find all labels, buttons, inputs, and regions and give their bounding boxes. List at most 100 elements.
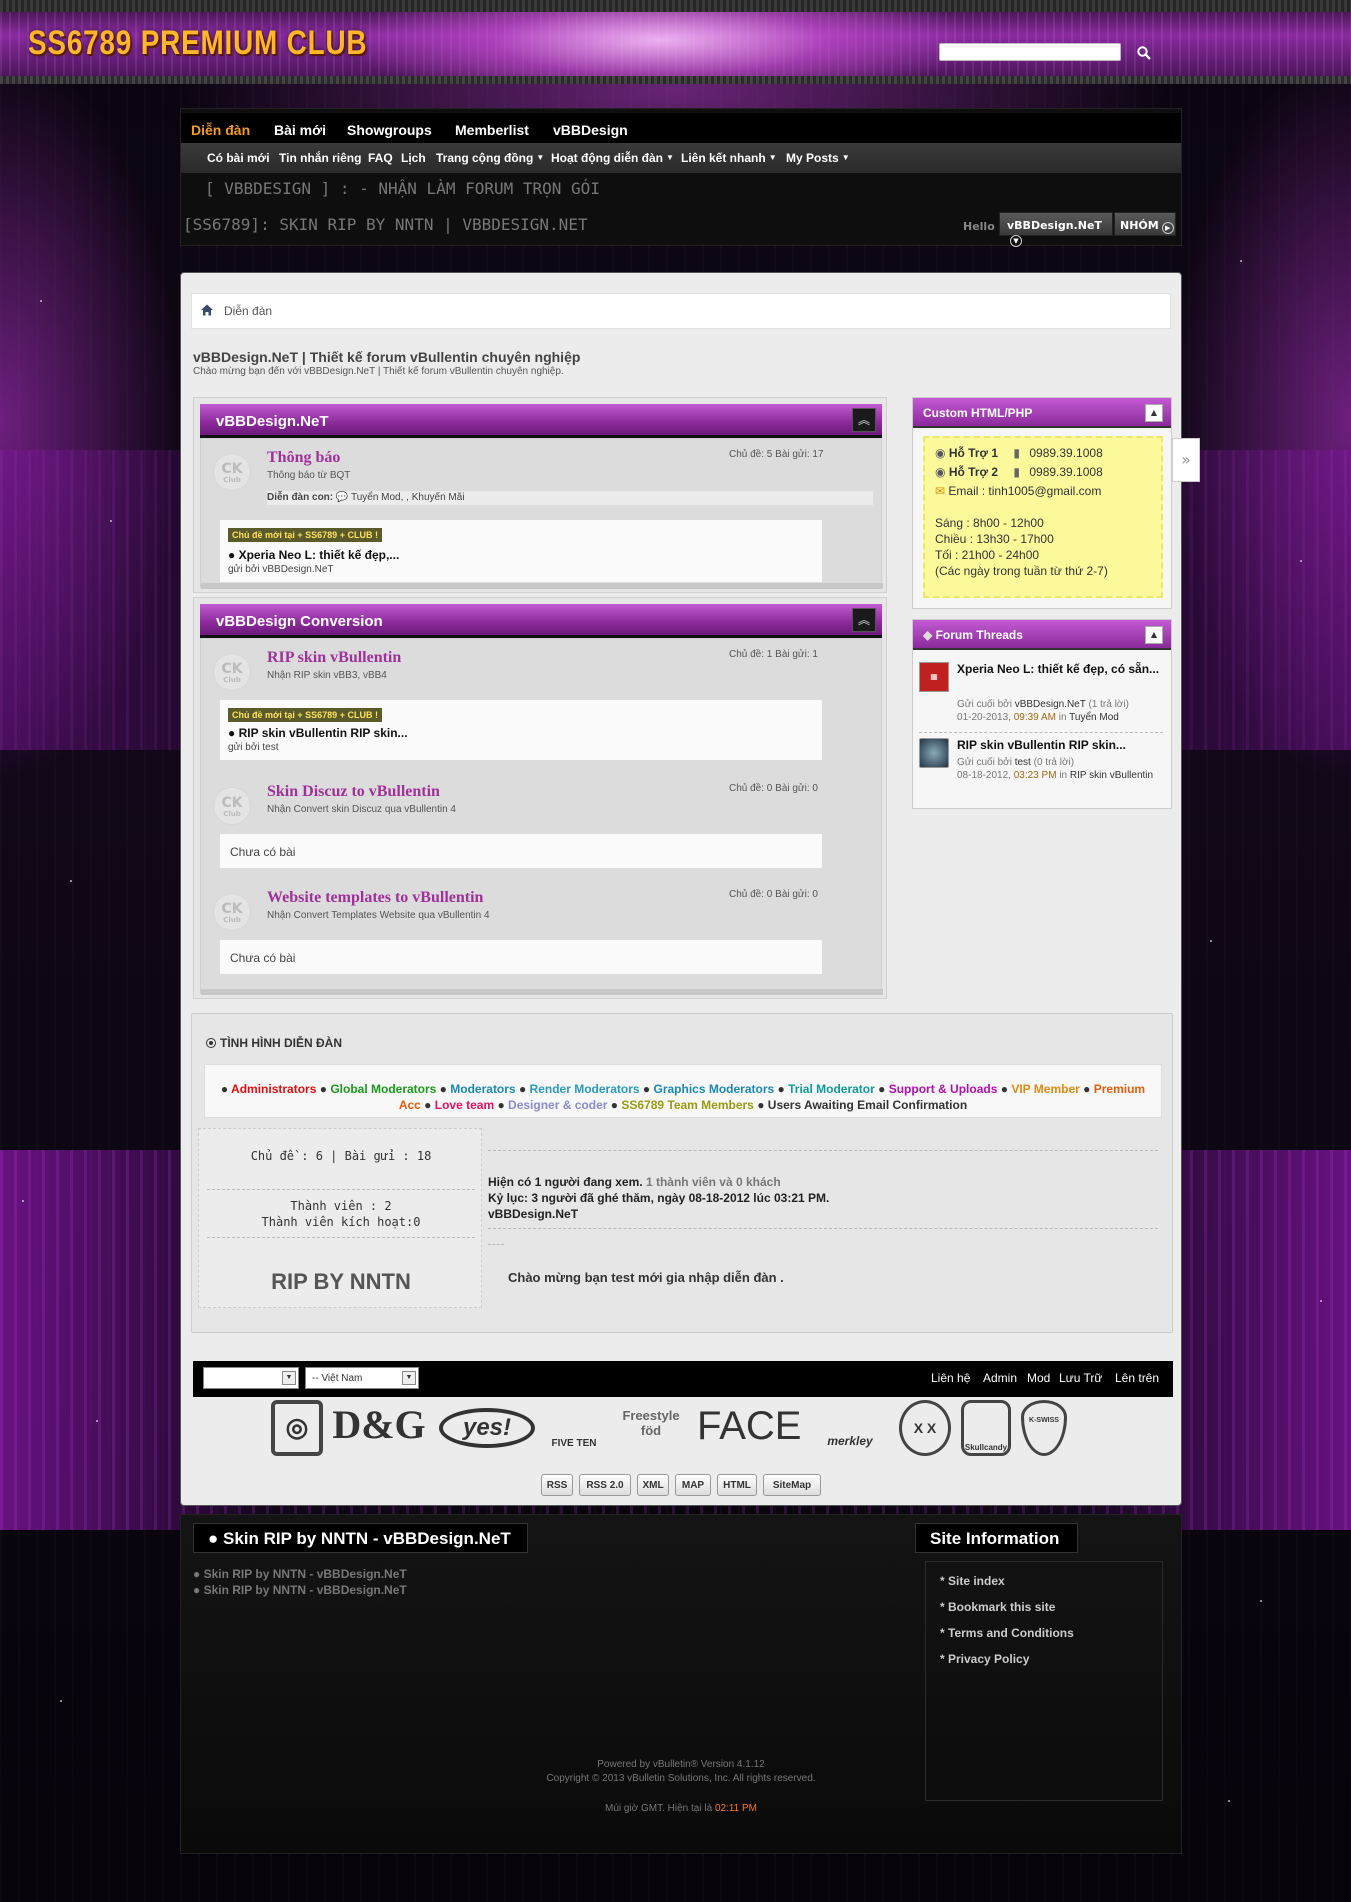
- divider: [488, 1228, 1158, 1229]
- thread-time: 03:23 PM: [1013, 770, 1057, 781]
- usergroup-legend-item[interactable]: SS6789 Team Members: [621, 1098, 754, 1112]
- thread-time: 09:39 AM: [1013, 712, 1056, 723]
- timezone-line: Múi giờ GMT. Hiện tại là 02:11 PM: [181, 1803, 1181, 1814]
- collapse-icon[interactable]: ︽: [852, 408, 876, 432]
- xml-link[interactable]: XML: [637, 1474, 669, 1496]
- avatar[interactable]: [919, 738, 949, 768]
- footer-credit-link[interactable]: ● Skin RIP by NNTN - vBBDesign.NeT: [193, 1567, 407, 1581]
- brand-logo: Freestyle föd: [622, 1408, 680, 1438]
- subnav-my-posts[interactable]: My Posts ▼: [786, 151, 850, 165]
- thread-author[interactable]: vBBDesign.NeT: [1015, 699, 1086, 710]
- footer-link-contact[interactable]: Liên hệ: [931, 1371, 970, 1385]
- avatar[interactable]: ▦: [919, 662, 949, 692]
- subnav-forum-actions[interactable]: Hoạt động diễn đàn ▼: [551, 151, 674, 165]
- sidebar-toggle-icon[interactable]: »: [1172, 438, 1200, 482]
- subnav-new-posts[interactable]: Có bài mới: [207, 151, 270, 165]
- collapse-icon[interactable]: ▲: [1145, 404, 1163, 422]
- online-user-link[interactable]: vBBDesign.NeT: [488, 1207, 578, 1221]
- category-header: vBBDesign.NeT ︽: [200, 404, 882, 438]
- usergroup-legend-item[interactable]: Designer & coder: [508, 1098, 607, 1112]
- brand-logo: Skullcandy: [961, 1400, 1011, 1456]
- privacy-link[interactable]: * Privacy Policy: [940, 1652, 1029, 1666]
- divider: [207, 1237, 475, 1238]
- footer-link-archive[interactable]: Lưu Trữ: [1059, 1371, 1102, 1385]
- collapse-icon[interactable]: ︽: [852, 608, 876, 632]
- forum-description: Thông báo từ BQT: [267, 470, 351, 481]
- last-post-author[interactable]: gửi bởi vBBDesign.NeT: [228, 564, 334, 575]
- usergroup-legend-item[interactable]: Users Awaiting Email Confirmation: [768, 1098, 967, 1112]
- usergroup-legend-item[interactable]: Render Moderators: [530, 1082, 640, 1096]
- subforum-links[interactable]: Tuyển Mod, , Khuyến Mãi: [351, 492, 465, 503]
- support-row: ◉ Hỗ Trợ 2 ▮ 0989.39.1008: [935, 465, 1103, 479]
- usergroup-legend-item[interactable]: Love team: [435, 1098, 494, 1112]
- forum-title[interactable]: Skin Discuz to vBullentin: [267, 783, 440, 801]
- rss-link[interactable]: RSS: [541, 1474, 573, 1496]
- bookmark-link[interactable]: * Bookmark this site: [940, 1600, 1055, 1614]
- footer-credit-link[interactable]: ● Skin RIP by NNTN - vBBDesign.NeT: [193, 1583, 407, 1597]
- usergroup-legend-item[interactable]: Administrators: [231, 1082, 316, 1096]
- support-phone: 0989.39.1008: [1029, 446, 1103, 460]
- thread-title[interactable]: RIP skin vBullentin RIP skin...: [957, 738, 1161, 753]
- sitemap-link[interactable]: SiteMap: [763, 1474, 821, 1496]
- forum-title[interactable]: Thông báo: [267, 449, 340, 467]
- tab-memberlist[interactable]: Memberlist: [455, 122, 529, 138]
- thread-post-count: Chủ đề : 6 | Bài gửi : 18: [250, 1149, 432, 1163]
- category-title[interactable]: vBBDesign.NeT: [216, 413, 329, 430]
- last-post-title[interactable]: ● RIP skin vBullentin RIP skin...: [228, 726, 408, 740]
- radio-icon: [206, 1038, 216, 1048]
- legend-bullet: ●: [515, 1082, 530, 1096]
- site-logo[interactable]: SS6789 PREMIUM CLUB: [28, 24, 367, 63]
- usergroup-legend-item[interactable]: VIP Member: [1011, 1082, 1079, 1096]
- footer-link-top[interactable]: Lên trên: [1115, 1371, 1159, 1385]
- no-posts-box: Chưa có bài: [219, 939, 823, 975]
- usergroup-legend-item[interactable]: Moderators: [450, 1082, 515, 1096]
- support-label[interactable]: Hỗ Trợ 1: [949, 446, 998, 460]
- thread-forum[interactable]: RIP skin vBullentin: [1070, 770, 1153, 781]
- subnav-private-messages[interactable]: Tin nhắn riêng: [279, 151, 361, 165]
- language-select[interactable]: -- Việt Nam ▼: [305, 1367, 419, 1389]
- usergroup-legend-item[interactable]: Trial Moderator: [788, 1082, 875, 1096]
- last-post-author[interactable]: gửi bởi test: [228, 742, 279, 753]
- usergroup-legend-item[interactable]: Support & Uploads: [889, 1082, 998, 1096]
- thread-author[interactable]: test: [1015, 757, 1031, 768]
- category-title[interactable]: vBBDesign Conversion: [216, 613, 383, 630]
- reply-count: (1 trả lời): [1088, 699, 1129, 710]
- brand-logo: D&G: [332, 1402, 426, 1447]
- username-label: vBBDesign.NeT: [1007, 219, 1102, 232]
- subforum-label: Diễn đàn con:: [267, 492, 334, 503]
- legend-bullet: ●: [494, 1098, 509, 1112]
- tab-forum[interactable]: Diễn đàn: [191, 122, 250, 138]
- subnav-calendar[interactable]: Lịch: [401, 151, 426, 165]
- subnav-quick-links[interactable]: Liên kết nhanh ▼: [681, 151, 777, 165]
- subnav-faq[interactable]: FAQ: [368, 151, 393, 165]
- tab-new-posts[interactable]: Bài mới: [274, 122, 326, 138]
- footer-link-mod[interactable]: Mod: [1027, 1371, 1050, 1385]
- user-menu-button[interactable]: vBBDesign.NeT ▼: [999, 212, 1113, 247]
- terms-link[interactable]: * Terms and Conditions: [940, 1626, 1074, 1640]
- last-post-title[interactable]: ● Xperia Neo L: thiết kế đẹp,...: [228, 548, 399, 562]
- collapse-icon[interactable]: ▲: [1145, 626, 1163, 644]
- search-input[interactable]: [939, 43, 1121, 61]
- tab-showgroups[interactable]: Showgroups: [347, 122, 432, 138]
- tab-vbbdesign[interactable]: vBBDesign: [553, 122, 628, 138]
- support-label[interactable]: Hỗ Trợ 2: [949, 465, 998, 479]
- style-select[interactable]: ▼: [203, 1367, 299, 1389]
- search-icon[interactable]: [1136, 45, 1152, 61]
- home-icon[interactable]: [200, 303, 214, 317]
- breadcrumb-home-link[interactable]: Diễn đàn: [224, 304, 272, 318]
- subnav-community[interactable]: Trang cộng đồng ▼: [436, 151, 544, 165]
- site-index-link[interactable]: * Site index: [940, 1574, 1005, 1588]
- group-menu-button[interactable]: NHÓM ▶: [1114, 212, 1176, 236]
- thread-title[interactable]: Xperia Neo L: thiết kế đẹp, có sẵn...: [957, 662, 1161, 677]
- html-link[interactable]: HTML: [717, 1474, 757, 1496]
- thread-meta: Gửi cuối bởi vBBDesign.NeT (1 trả lời) 0…: [957, 698, 1161, 724]
- rss2-link[interactable]: RSS 2.0: [579, 1474, 631, 1496]
- thread-forum[interactable]: Tuyển Mod: [1069, 712, 1119, 723]
- no-posts-box: Chưa có bài: [219, 833, 823, 869]
- forum-title[interactable]: RIP skin vBullentin: [267, 649, 401, 667]
- usergroup-legend-item[interactable]: Graphics Moderators: [653, 1082, 774, 1096]
- footer-link-admin[interactable]: Admin: [983, 1371, 1017, 1385]
- forum-title[interactable]: Website templates to vBullentin: [267, 889, 483, 907]
- usergroup-legend-item[interactable]: Global Moderators: [330, 1082, 436, 1096]
- map-link[interactable]: MAP: [675, 1474, 711, 1496]
